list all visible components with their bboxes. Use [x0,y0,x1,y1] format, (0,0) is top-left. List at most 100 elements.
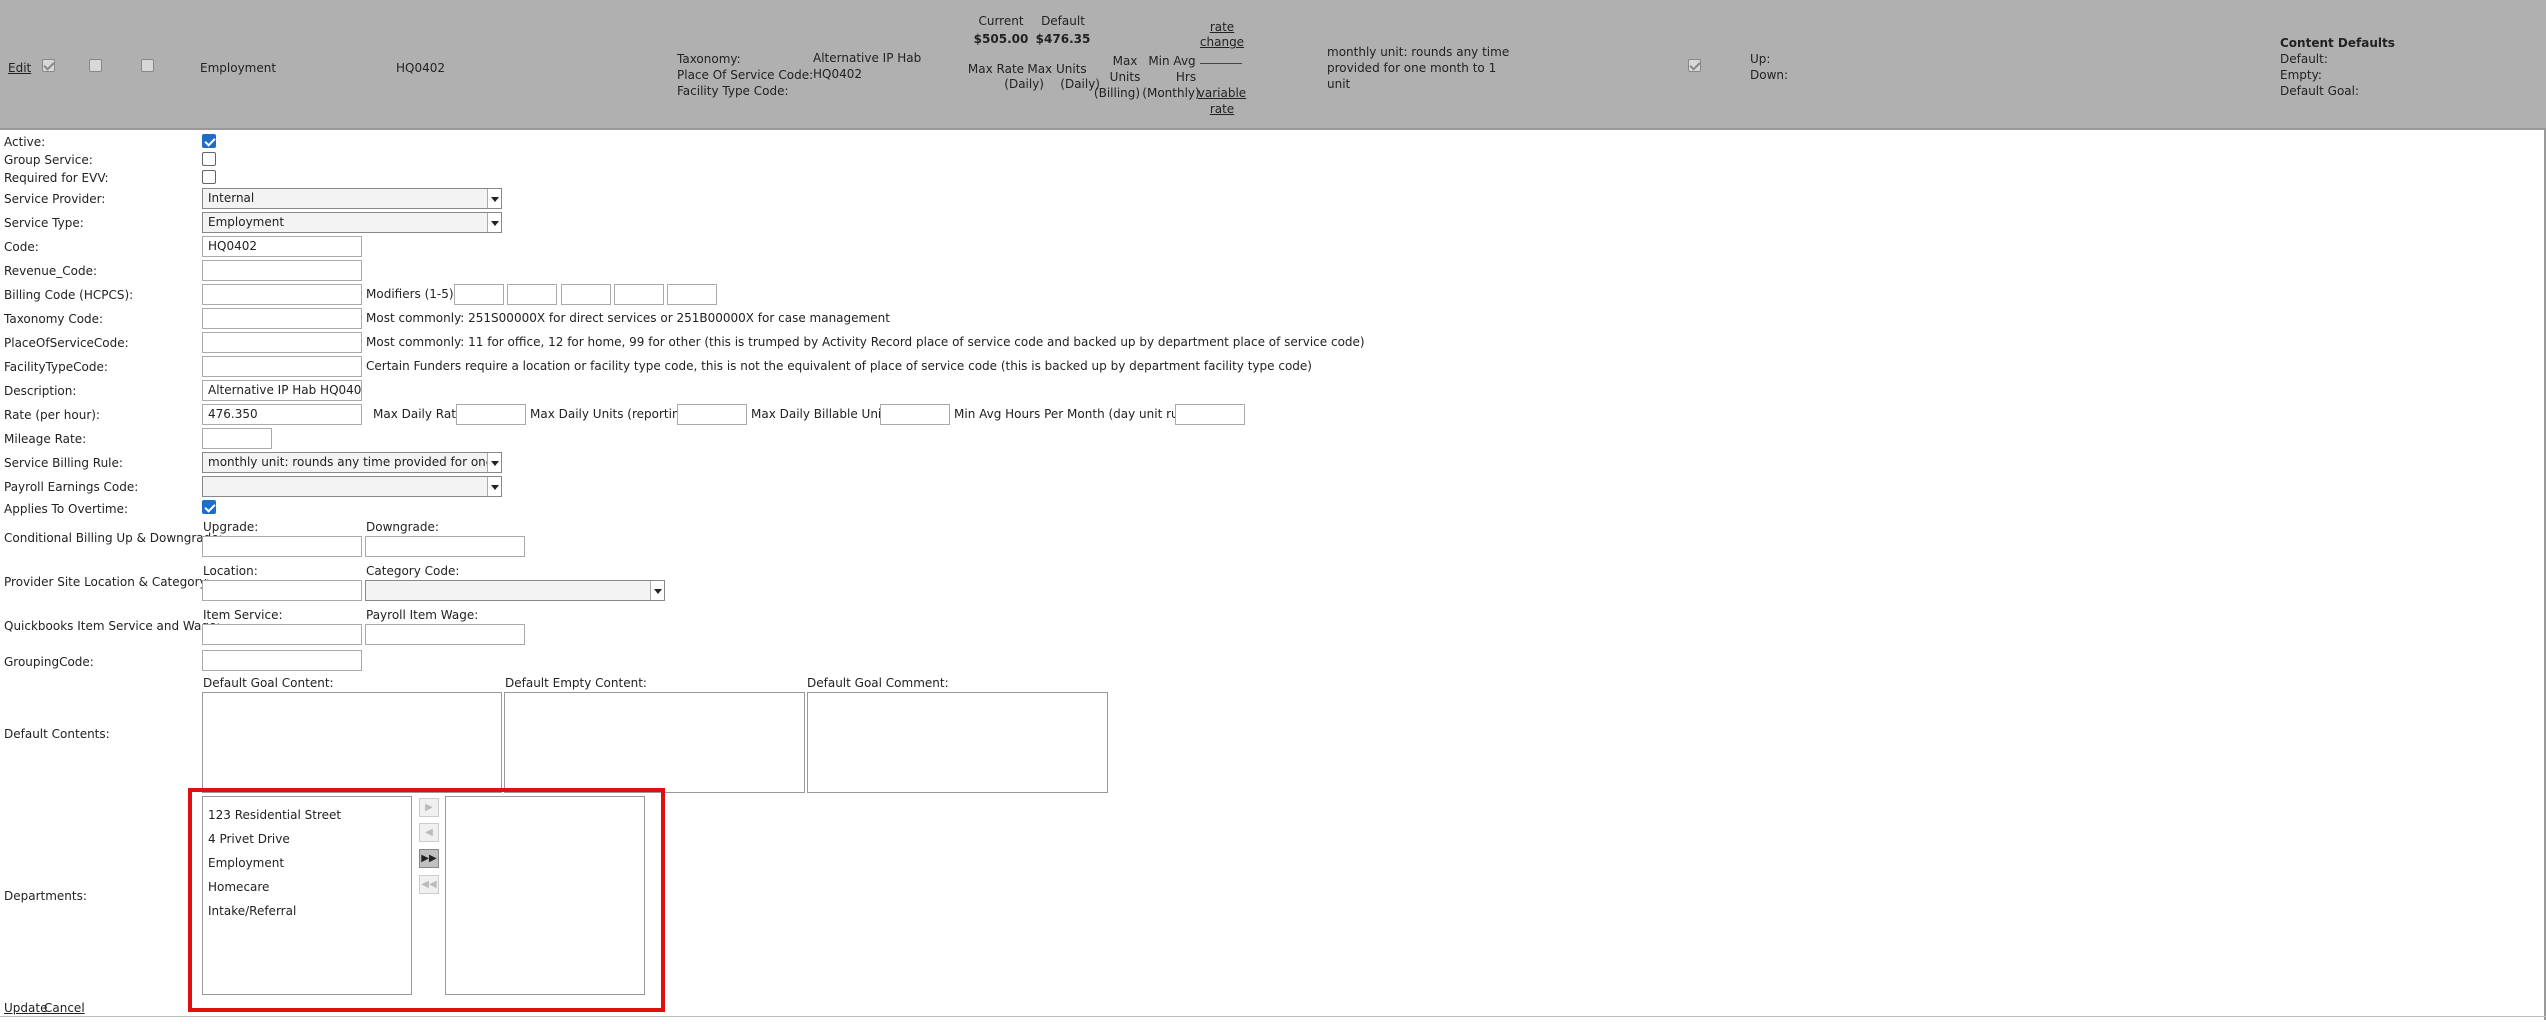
rate-label: Rate (per hour): [4,408,100,422]
header-max-units-l1: Max Units [1027,62,1087,76]
header-max-units-l2: (Daily) [1060,77,1100,91]
list-item[interactable]: 123 Residential Street [208,803,406,827]
variable-rate-link-l1[interactable]: variable [1196,86,1248,100]
service-provider-select[interactable]: Internal [202,188,502,209]
facility-code-input[interactable] [202,356,362,377]
service-provider-value: Internal [208,191,255,205]
move-all-left-icon[interactable]: ◀◀ [419,875,439,894]
rate-change-link-l2[interactable]: change [1198,35,1246,49]
revenue-code-label: Revenue_Code: [4,264,98,278]
billing-rule-label: Service Billing Rule: [4,456,123,470]
header-billing-rule-l3: unit [1327,77,1351,91]
chevron-down-icon [487,477,501,496]
max-daily-units-input[interactable] [677,404,747,425]
payroll-item-label: Payroll Item Wage: [366,608,479,622]
list-item[interactable]: Intake/Referral [208,899,406,923]
update-link[interactable]: Update [4,1001,47,1015]
billing-code-input[interactable] [202,284,362,305]
header-pos-label: Place Of Service Code: [677,68,814,82]
group-service-checkbox[interactable] [202,152,216,166]
header-min-avg-l2: Hrs [1175,70,1197,84]
taxonomy-code-input[interactable] [202,308,362,329]
list-item[interactable]: Homecare [208,875,406,899]
code-input[interactable]: HQ0402 [202,236,362,257]
cd-default-goal-label: Default Goal: [2280,84,2360,98]
required-evv-checkbox[interactable] [202,170,216,184]
rate-divider [1200,63,1242,64]
move-right-icon[interactable]: ▶ [419,798,439,817]
header-max-units-billing-l2: Units [1109,70,1141,84]
modifier-3-input[interactable] [561,284,611,305]
group-service-label: Group Service: [4,153,93,167]
content-defaults-title: Content Defaults [2280,36,2395,50]
departments-label: Departments: [4,889,87,903]
service-type-select[interactable]: Employment [202,212,502,233]
max-daily-rate-input[interactable] [456,404,526,425]
modifier-1-input[interactable] [454,284,504,305]
taxonomy-code-label: Taxonomy Code: [4,312,104,326]
rate-change-link-l1[interactable]: rate [1198,20,1246,34]
move-all-right-icon[interactable]: ▶▶ [419,849,439,868]
billing-rule-value: monthly unit: rounds any time provided f… [208,455,494,469]
default-goal-content-textarea[interactable] [202,692,502,793]
list-item[interactable]: Employment [208,851,406,875]
header-min-avg-l3: (Monthly) [1142,86,1200,100]
header-min-avg-l1: Min Avg [1148,54,1196,68]
location-input[interactable] [202,580,362,601]
min-avg-hours-label: Min Avg Hours Per Month (day unit rule): [954,407,1199,421]
default-goal-content-label: Default Goal Content: [203,676,334,690]
default-empty-content-label: Default Empty Content: [505,676,647,690]
location-label: Location: [203,564,258,578]
header-down-label: Down: [1750,68,1789,82]
modifier-4-input[interactable] [614,284,664,305]
header-max-rate-l1: Max Rate [967,62,1025,76]
overtime-checkbox[interactable] [202,500,216,514]
header-pos-value: HQ0402 [813,67,863,81]
billing-code-label: Billing Code (HCPCS): [4,288,134,302]
service-provider-label: Service Provider: [4,192,106,206]
rate-input[interactable]: 476.350 [202,404,362,425]
default-goal-comment-textarea[interactable] [807,692,1108,793]
header-evv-checkbox [141,59,154,72]
mileage-rate-input[interactable] [202,428,272,449]
downgrade-input[interactable] [365,536,525,557]
list-item[interactable]: 4 Privet Drive [208,827,406,851]
active-checkbox[interactable] [202,134,216,148]
header-billing-rule-l1: monthly unit: rounds any time [1327,45,1510,59]
service-type-label: Service Type: [4,216,84,230]
upgrade-label: Upgrade: [203,520,259,534]
billing-rule-select[interactable]: monthly unit: rounds any time provided f… [202,452,502,473]
departments-available-list[interactable]: 123 Residential Street 4 Privet Drive Em… [202,796,412,995]
max-daily-billable-input[interactable] [880,404,950,425]
default-empty-content-textarea[interactable] [504,692,805,793]
pos-code-label: PlaceOfServiceCode: [4,336,129,350]
upgrade-input[interactable] [202,536,362,557]
payroll-item-input[interactable] [365,624,525,645]
code-label: Code: [4,240,39,254]
item-service-input[interactable] [202,624,362,645]
header-overtime-checkbox [1688,59,1701,72]
grouping-code-label: GroupingCode: [4,655,94,669]
modifier-5-input[interactable] [667,284,717,305]
cond-billing-label: Conditional Billing Up & Downgrade: [4,531,223,545]
variable-rate-link-l2[interactable]: rate [1196,102,1248,116]
chevron-down-icon [487,189,501,208]
move-left-icon[interactable]: ◀ [419,823,439,842]
header-group-checkbox [89,59,102,72]
header-active-checkbox [42,59,55,72]
edit-link[interactable]: Edit [8,61,31,75]
downgrade-label: Downgrade: [366,520,439,534]
facility-code-label: FacilityTypeCode: [4,360,108,374]
payroll-earnings-select[interactable] [202,476,502,497]
cancel-link[interactable]: Cancel [44,1001,85,1015]
taxonomy-hint: Most commonly: 251S00000X for direct ser… [366,311,890,325]
description-input[interactable]: Alternative IP Hab HQ0402 [202,380,362,401]
category-code-select[interactable] [365,580,665,601]
pos-code-input[interactable] [202,332,362,353]
min-avg-hours-input[interactable] [1175,404,1245,425]
modifier-2-input[interactable] [507,284,557,305]
revenue-code-input[interactable] [202,260,362,281]
departments-selected-list[interactable] [445,796,645,995]
header-default-value: $476.35 [1035,32,1091,46]
grouping-code-input[interactable] [202,650,362,671]
